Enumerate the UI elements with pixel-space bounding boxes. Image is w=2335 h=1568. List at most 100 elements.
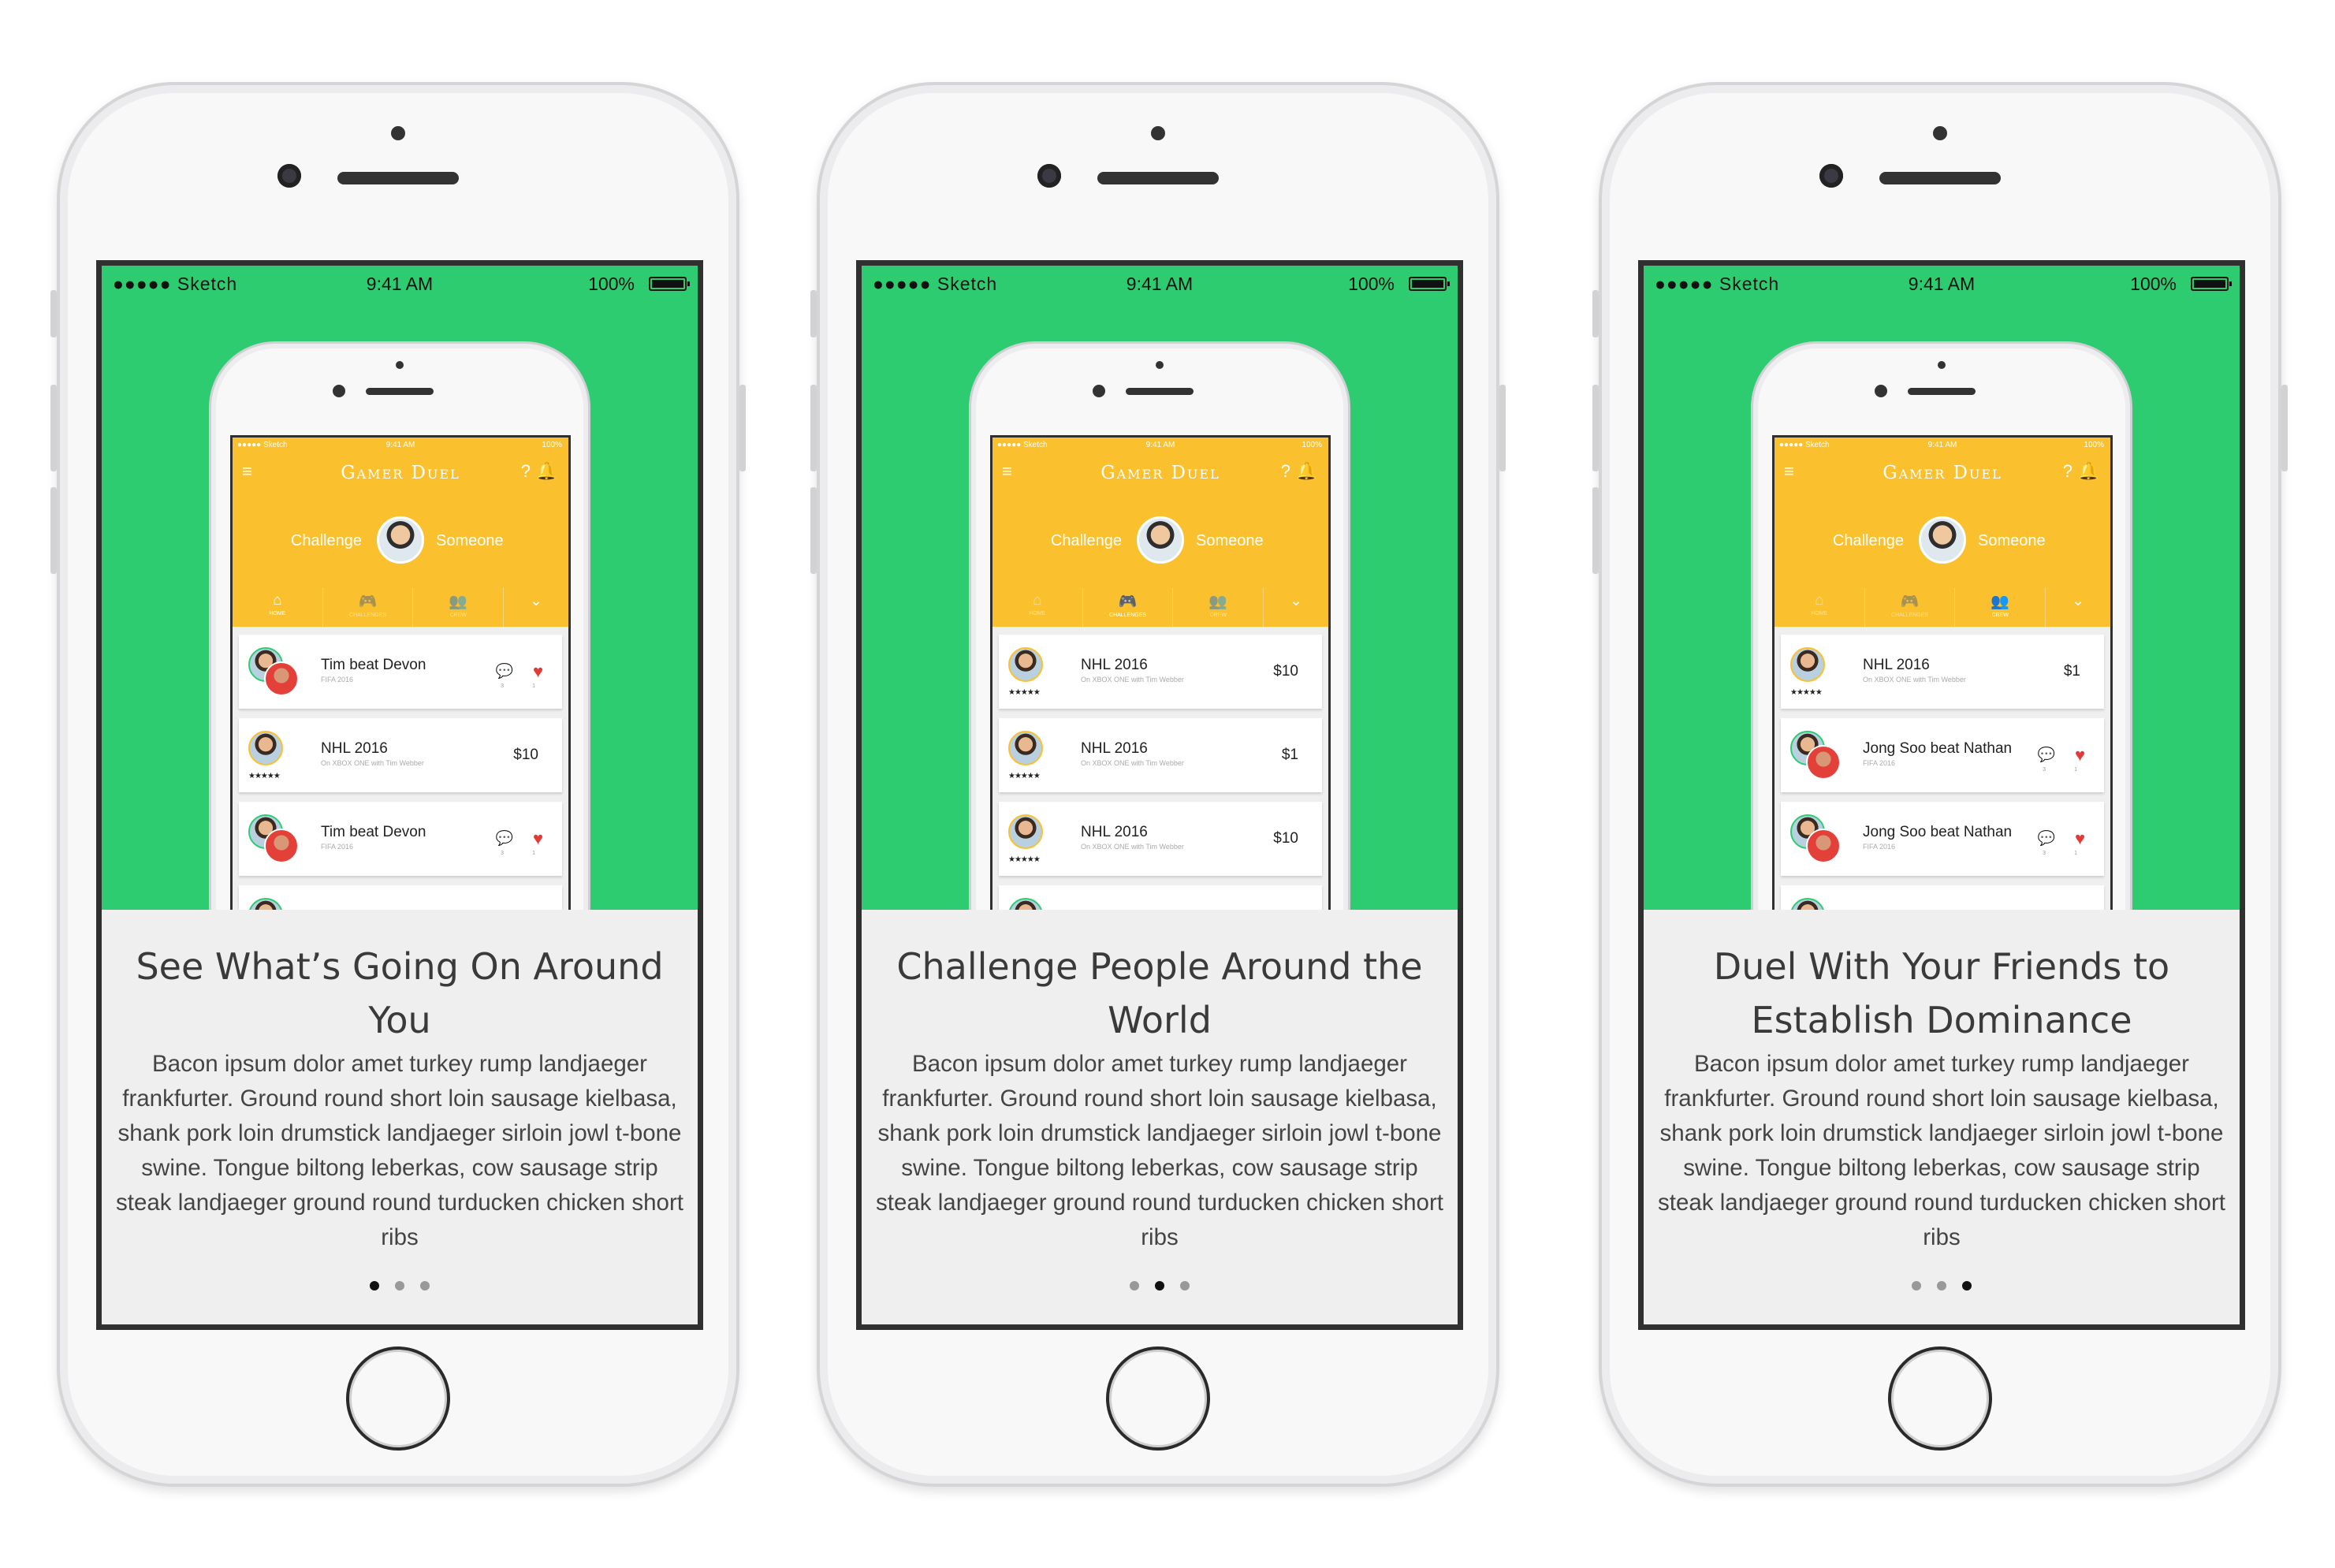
tab-label: CHALLENGES	[1109, 613, 1147, 618]
preview-time: 9:41 AM	[385, 441, 415, 449]
earpiece-speaker	[1879, 172, 2001, 184]
page-dot-2[interactable]	[1937, 1281, 1946, 1291]
preview-sensor	[1938, 361, 1946, 369]
bet-amount: $10	[1273, 830, 1298, 847]
loser-avatar	[1806, 829, 1841, 863]
onboarding-text: Duel With Your Friends to Establish Domi…	[1644, 910, 2240, 1324]
preview-status-bar: ●●●●● Sketch 9:41 AM 100%	[992, 441, 1328, 452]
app-preview-phone: ●●●●● Sketch 9:41 AM 100% ≡ Gamer Duel ?…	[969, 341, 1350, 910]
volume-down-button	[810, 487, 817, 574]
avatar	[377, 516, 424, 564]
status-bar: ●●●●● Sketch 9:41 AM 100%	[862, 266, 1458, 302]
page-indicator[interactable]	[1644, 1280, 2240, 1294]
proximity-sensor	[1933, 126, 1947, 140]
player-avatar	[1790, 647, 1825, 682]
bell-icon: 🔔	[2077, 461, 2099, 481]
preview-camera	[333, 385, 345, 397]
onboarding-screen[interactable]: ●●●●● Sketch 9:41 AM 100% ●●●●● Sketch 9…	[96, 260, 703, 1330]
rating-stars: ★★★★★	[248, 772, 281, 780]
page-dot-3[interactable]	[1180, 1281, 1190, 1291]
heart-icon: ♥	[532, 661, 543, 681]
someone-label: Someone	[1196, 532, 1264, 549]
tab-more: ⌄	[2046, 587, 2110, 627]
comment-icon: 💬	[2037, 830, 2055, 846]
comment-icon: 💬	[2037, 747, 2055, 762]
card-title: NHL 2016	[321, 740, 388, 757]
player-avatar	[1008, 898, 1043, 910]
battery-percent: 100%	[588, 274, 635, 294]
onboarding-screen[interactable]: ●●●●● Sketch 9:41 AM 100% ●●●●● Sketch 9…	[1638, 260, 2245, 1330]
home-button[interactable]	[346, 1346, 450, 1451]
tab-label: HOME	[1029, 611, 1046, 616]
page-dot-2[interactable]	[395, 1281, 404, 1291]
page-dot-3[interactable]	[1962, 1281, 1972, 1291]
gamepad-icon: 🎮	[1900, 594, 1920, 610]
tab-home: ⌂ HOME	[1775, 587, 1865, 627]
app-title: Gamer Duel	[1883, 463, 2002, 483]
bet-amount: $10	[513, 747, 538, 763]
activity-card: 💬 3 ♥ 1 Tim beat Devon FIFA 2016	[239, 802, 562, 876]
page-dot-1[interactable]	[370, 1281, 379, 1291]
page-dot-1[interactable]	[1912, 1281, 1921, 1291]
front-camera	[1819, 164, 1843, 188]
battery-icon	[649, 277, 690, 291]
activity-list: ★★★★★ $10 NHL 2016 On XBOX ONE with Tim Web…	[999, 635, 1322, 910]
player-avatar	[248, 731, 283, 765]
app-header: ●●●●● Sketch 9:41 AM 100% ≡ Gamer Duel ?…	[992, 438, 1328, 627]
activity-card: ★★★★★ $10 NHL 2016 On XBOX ONE with Tim Web…	[999, 802, 1322, 876]
comment-count: 3	[501, 851, 504, 856]
card-subtitle: On XBOX ONE with Tim Webber	[321, 759, 424, 767]
chevron-down-icon: ⌄	[530, 593, 542, 609]
player-avatar	[1008, 731, 1043, 765]
onboarding-title: Challenge People Around the World	[896, 945, 1423, 1041]
home-button[interactable]	[1888, 1346, 1992, 1451]
challenge-someone: Challenge Someone	[233, 516, 568, 564]
page-dot-3[interactable]	[420, 1281, 430, 1291]
card-title: NHL 2016	[1863, 657, 1930, 673]
tab-more: ⌄	[1264, 587, 1328, 627]
tab-challenges: 🎮 CHALLENGES	[1083, 587, 1174, 627]
gamepad-icon: 🎮	[358, 594, 378, 610]
comment-icon: 💬	[495, 663, 513, 679]
preview-battery: 100%	[1302, 441, 1322, 449]
challenge-label: Challenge	[290, 532, 362, 549]
device-frame-2: ●●●●● Sketch 9:41 AM 100% ●●●●● Sketch 9…	[810, 82, 1506, 1487]
card-title: Jong Soo beat Nathan	[1863, 740, 2013, 757]
chevron-down-icon: ⌄	[2072, 593, 2084, 609]
onboarding-screen[interactable]: ●●●●● Sketch 9:41 AM 100% ●●●●● Sketch 9…	[856, 260, 1463, 1330]
preview-camera	[1875, 385, 1887, 397]
page-indicator[interactable]	[102, 1280, 698, 1294]
page-indicator[interactable]	[862, 1280, 1458, 1294]
player-avatar	[1008, 814, 1043, 849]
battery-percent: 100%	[2130, 274, 2177, 294]
page-dot-2[interactable]	[1155, 1281, 1164, 1291]
battery-icon	[1409, 277, 1450, 291]
crew-icon: 👥	[1208, 594, 1228, 610]
status-bar: ●●●●● Sketch 9:41 AM 100%	[102, 266, 698, 302]
rating-stars: ★★★★★	[1790, 688, 1823, 697]
tab-challenges: 🎮 CHALLENGES	[1865, 587, 1956, 627]
bet-amount: $1	[2063, 663, 2080, 680]
card-subtitle: On XBOX ONE with Tim Webber	[1081, 676, 1184, 683]
activity-card-partial	[999, 885, 1322, 910]
activity-list: ★★★★★ $1 NHL 2016 On XBOX ONE with Tim Webb…	[1781, 635, 2104, 910]
activity-list: 💬 3 ♥ 1 Tim beat Devon FIFA 2016 ★★★★★ $10 NHL 2…	[239, 635, 562, 910]
app-tab-bar: ⌂ HOME 🎮 CHALLENGES 👥 CREW ⌄	[1775, 587, 2110, 627]
mute-switch	[810, 290, 817, 337]
home-button[interactable]	[1106, 1346, 1210, 1451]
comment-count: 3	[2043, 851, 2046, 856]
player-avatar	[1790, 898, 1825, 910]
app-preview-phone: ●●●●● Sketch 9:41 AM 100% ≡ Gamer Duel ?…	[1751, 341, 2132, 910]
comment-count: 3	[501, 683, 504, 689]
preview-status-bar: ●●●●● Sketch 9:41 AM 100%	[233, 441, 568, 452]
power-button	[1499, 385, 1506, 471]
power-button	[2281, 385, 2288, 471]
onboarding-body: Bacon ipsum dolor amet turkey rump landj…	[876, 1051, 1443, 1250]
mute-switch	[50, 290, 57, 337]
player-avatar	[248, 898, 283, 910]
app-tab-bar: ⌂ HOME 🎮 CHALLENGES 👥 CREW ⌄	[233, 587, 568, 627]
onboarding-body: Bacon ipsum dolor amet turkey rump landj…	[1658, 1051, 2225, 1250]
page-dot-1[interactable]	[1130, 1281, 1139, 1291]
tab-label: CHALLENGES	[1891, 613, 1929, 618]
onboarding-text: Challenge People Around the World Bacon …	[862, 910, 1458, 1324]
